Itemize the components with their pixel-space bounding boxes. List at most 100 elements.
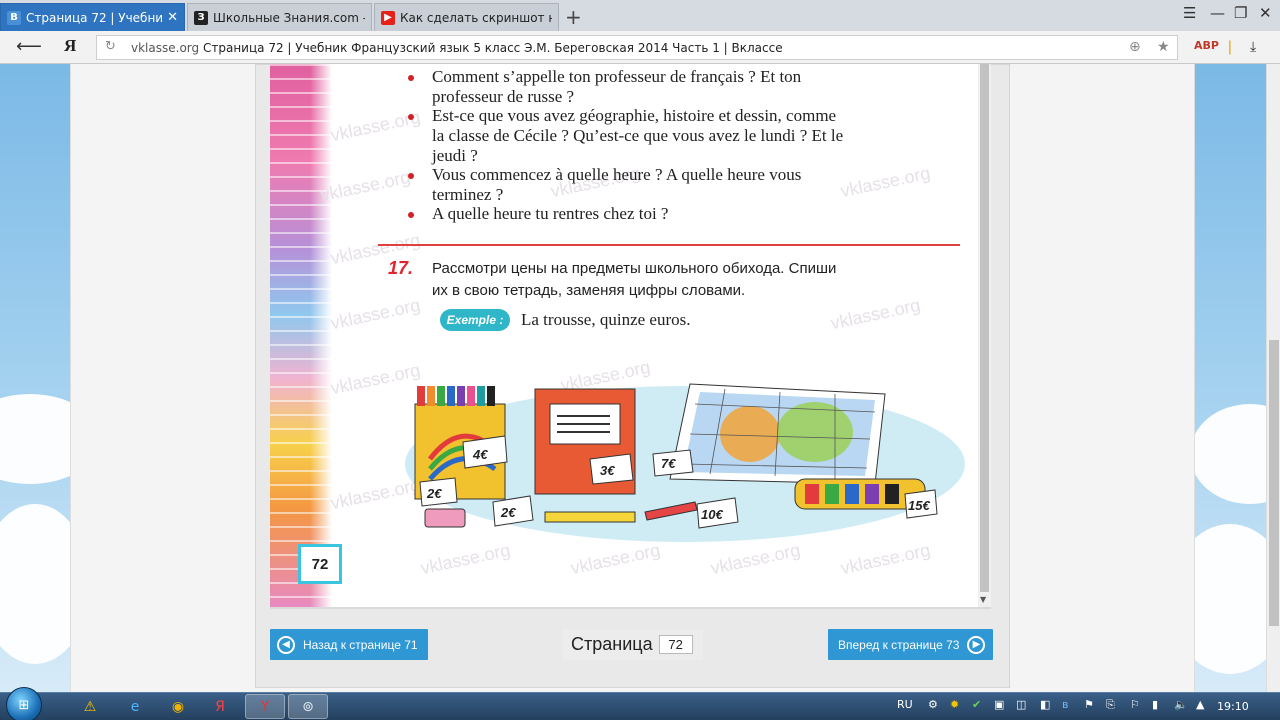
brick-fade xyxy=(310,64,332,607)
windows-taskbar: ⊞ ⚠ e ◉ Я Y ⊚ RU ⚙ ✹ ✔ ▣ ◫ ◧ ʙ ⚑ ⎘ ⚐ ▮ 🔈… xyxy=(0,687,1280,720)
vklasse-favicon-icon: В xyxy=(7,10,21,25)
scroll-down-icon[interactable]: ▼ xyxy=(980,595,986,604)
tab-active[interactable]: В Страница 72 | Учебник Ф ✕ xyxy=(0,3,185,31)
znanija-favicon-icon: З xyxy=(194,10,208,25)
page-label: Страница xyxy=(571,634,653,654)
text-line: Comment s’appelle ton professeur de fran… xyxy=(432,67,802,86)
tray-icon[interactable]: ⎘ xyxy=(1106,698,1115,712)
url-domain: vklasse.org xyxy=(131,41,200,55)
ruler xyxy=(544,511,636,523)
text-line: la classe de Cécile ? Qu’est-ce que vous… xyxy=(432,126,844,145)
chrome-icon[interactable]: ◉ xyxy=(158,694,198,719)
school-supplies-illustration: 4€ 2€ 2€ 3€ 7€ 10€ 15€ xyxy=(405,383,965,542)
task-text: Рассмотри цены на предметы школьного оби… xyxy=(432,260,837,277)
extension-icon[interactable]: ❘ xyxy=(1224,39,1236,55)
textbook-page-number: 72 xyxy=(298,544,342,584)
watermark: vklasse.org xyxy=(318,166,413,206)
chevron-up-icon[interactable]: ▲ xyxy=(1196,698,1204,711)
arrow-left-icon: ◀ xyxy=(277,635,295,654)
tray-icon[interactable]: ◧ xyxy=(1040,698,1050,711)
viewer-scrollbar[interactable]: ▼ xyxy=(978,64,991,607)
language-indicator[interactable]: RU xyxy=(897,698,913,711)
task-text: их в свою тетрадь, заменяя цифры словами… xyxy=(432,282,746,299)
bullet xyxy=(408,173,414,179)
new-tab-icon[interactable]: + xyxy=(565,5,582,29)
svg-text:15€: 15€ xyxy=(908,498,930,513)
volume-icon[interactable]: 🔈 xyxy=(1174,698,1188,711)
watermark: vklasse.org xyxy=(328,294,423,334)
app-task[interactable]: ⊚ xyxy=(288,694,328,719)
viewer-bottom-border xyxy=(270,607,991,609)
back-arrow-icon[interactable]: ⟵ xyxy=(16,36,42,57)
clock[interactable]: 19:10 xyxy=(1217,700,1249,713)
yandex-logo[interactable]: Я xyxy=(64,36,76,56)
bullet xyxy=(408,75,414,81)
viewer-scrollbar-thumb[interactable] xyxy=(980,64,989,592)
bluetooth-icon[interactable]: ʙ xyxy=(1062,698,1068,711)
tray-icon[interactable]: ✹ xyxy=(950,698,959,711)
tray-icon[interactable]: ◫ xyxy=(1016,698,1026,711)
minimize-icon[interactable]: — xyxy=(1210,4,1225,22)
page-scrollbar-thumb[interactable] xyxy=(1269,340,1279,626)
menu-icon[interactable]: ☰ xyxy=(1183,4,1196,22)
svg-text:4€: 4€ xyxy=(472,447,488,462)
text-line: terminez ? xyxy=(432,185,504,204)
svg-text:10€: 10€ xyxy=(701,507,723,522)
text-line: jeudi ? xyxy=(432,146,478,165)
protect-icon[interactable]: ⊕ xyxy=(1129,39,1141,55)
text-line: A quelle heure tu rentres chez toi ? xyxy=(432,204,669,223)
close-window-icon[interactable]: ✕ xyxy=(1259,4,1272,22)
youtube-favicon-icon: ▶ xyxy=(381,10,395,25)
tab-title: Страница 72 | Учебник Ф xyxy=(26,10,164,25)
watermark: vklasse.org xyxy=(328,106,423,146)
reload-icon[interactable]: ↻ xyxy=(105,39,116,54)
watermark: vklasse.org xyxy=(828,294,923,334)
tab-title: Как сделать скриншот на но xyxy=(400,10,552,25)
tab-bar: В Страница 72 | Учебник Ф ✕ З Школьные З… xyxy=(0,0,1280,31)
tab-youtube[interactable]: ▶ Как сделать скриншот на но xyxy=(374,3,559,31)
red-separator xyxy=(378,244,960,246)
bookmark-star-icon[interactable]: ★ xyxy=(1157,39,1170,55)
arrow-right-icon: ▶ xyxy=(967,635,986,654)
tray-icon[interactable]: ✔ xyxy=(972,698,981,711)
page-scrollbar[interactable] xyxy=(1266,64,1280,692)
prev-page-label: Назад к странице 71 xyxy=(303,637,418,652)
tray-icon[interactable]: ⚙ xyxy=(928,698,938,711)
close-icon[interactable]: ✕ xyxy=(167,10,178,25)
svg-text:3€: 3€ xyxy=(600,463,615,478)
watermark: vklasse.org xyxy=(838,539,933,579)
bullet xyxy=(408,114,414,120)
page-indicator: Страница 72 xyxy=(562,629,703,660)
url-field[interactable]: ↻ vklasse.org Страница 72 | Учебник Фран… xyxy=(96,35,1178,60)
exercise-number: 17. xyxy=(388,258,414,278)
watermark: vklasse.org xyxy=(838,162,933,202)
page-number-input[interactable]: 72 xyxy=(658,635,693,654)
yandex-icon[interactable]: Я xyxy=(200,694,240,719)
tab-znanija[interactable]: З Школьные Знания.com - Ре xyxy=(187,3,372,31)
text-line: professeur de russe ? xyxy=(432,87,575,106)
download-icon[interactable]: ⤓ xyxy=(1250,39,1256,55)
internet-explorer-icon[interactable]: e xyxy=(115,694,155,719)
url-page-title: Страница 72 | Учебник Французский язык 5… xyxy=(203,41,783,55)
bullet xyxy=(408,212,414,218)
tray-icon[interactable]: ▣ xyxy=(994,698,1004,711)
next-page-button[interactable]: Вперед к странице 73 ▶ xyxy=(828,629,993,660)
action-center-icon[interactable]: ⚐ xyxy=(1130,698,1140,711)
yandex-browser-task[interactable]: Y xyxy=(245,694,285,719)
network-icon[interactable]: ▮ xyxy=(1152,698,1158,711)
next-page-label: Вперед к странице 73 xyxy=(838,637,960,652)
start-button[interactable]: ⊞ xyxy=(6,687,42,720)
avast-icon[interactable]: ⚠ xyxy=(70,694,110,719)
svg-text:2€: 2€ xyxy=(500,505,516,520)
svg-text:7€: 7€ xyxy=(661,456,676,471)
tab-title: Школьные Знания.com - Ре xyxy=(213,10,365,25)
world-map xyxy=(669,383,886,485)
restore-icon[interactable]: ❐ xyxy=(1234,4,1247,22)
address-bar: ⟵ Я ↻ vklasse.org Страница 72 | Учебник … xyxy=(0,31,1280,64)
tray-icon[interactable]: ⚑ xyxy=(1084,698,1094,711)
text-line: Est-ce que vous avez géographie, histoir… xyxy=(432,106,837,125)
textbook-page-image: vklasse.org vklasse.org vklasse.org vkla… xyxy=(270,64,978,607)
adblock-icon[interactable]: ABP xyxy=(1194,39,1219,52)
prev-page-button[interactable]: ◀ Назад к странице 71 xyxy=(270,629,428,660)
example-text: La trousse, quinze euros. xyxy=(521,310,691,329)
